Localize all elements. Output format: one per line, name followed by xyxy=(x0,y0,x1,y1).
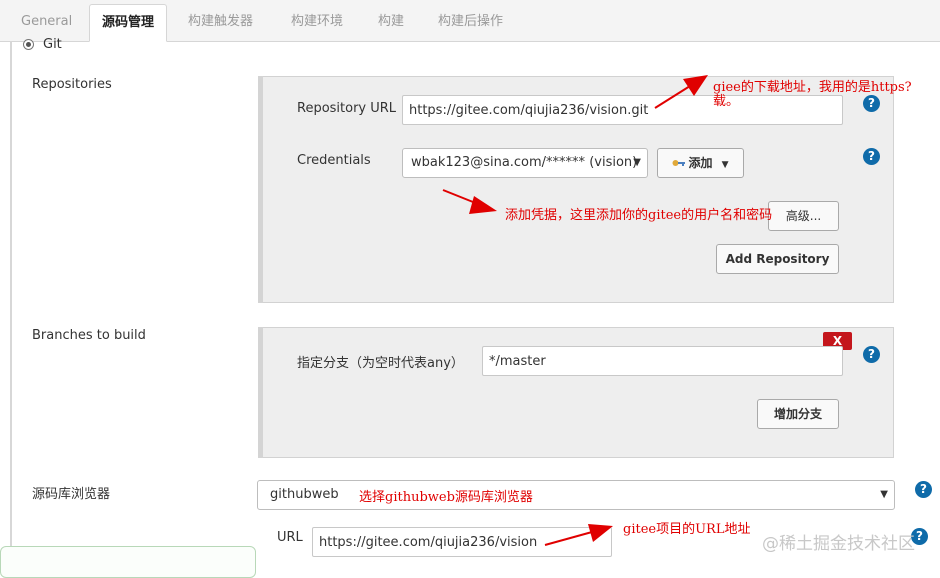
annotation-download-line1: giee的下载地址，我用的是https? xyxy=(713,80,912,95)
watermark: @稀土掘金技术社区 xyxy=(762,534,915,554)
annotation-download-line2: 载。 xyxy=(713,94,740,109)
annotation-url: gitee项目的URL地址 xyxy=(623,522,751,537)
annotation-browser: 选择githubweb源码库浏览器 xyxy=(359,490,533,505)
annotation-credentials: 添加凭据，这里添加你的gitee的用户名和密码 xyxy=(505,208,773,223)
